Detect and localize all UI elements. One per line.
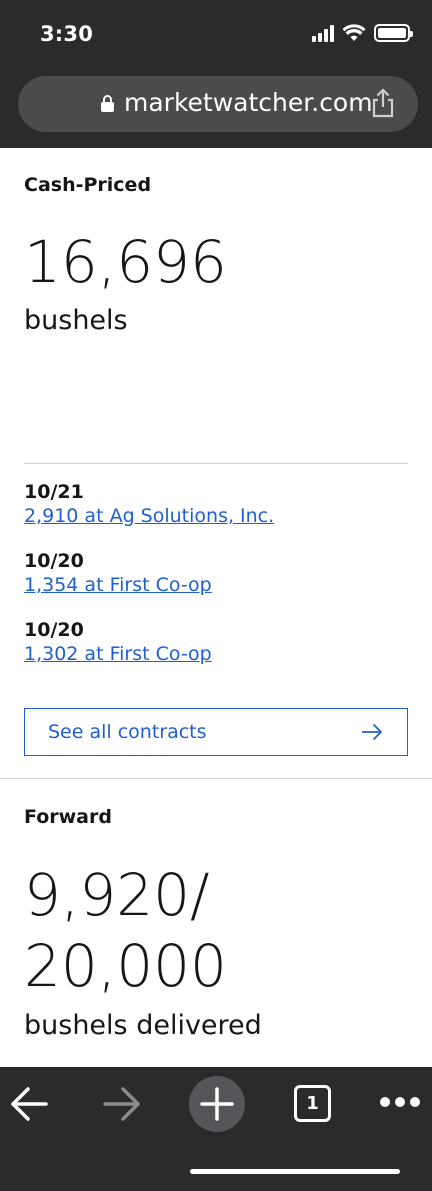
lock-icon: [101, 95, 114, 112]
battery-icon: [374, 24, 413, 42]
browser-top-chrome: 3:30 marketwatcher.com: [0, 0, 432, 148]
contract-link[interactable]: 1,354 at First Co-op: [24, 574, 212, 596]
forward-value-line2: 20,000: [24, 931, 227, 1000]
contract-item: 10/20 1,302 at First Co-op: [24, 619, 212, 665]
see-all-contracts-button[interactable]: See all contracts: [24, 708, 408, 756]
cash-priced-value: 16,696: [24, 228, 227, 296]
tab-count: 1: [306, 1093, 319, 1114]
contract-item: 10/20 1,354 at First Co-op: [24, 550, 212, 596]
share-icon[interactable]: [370, 88, 396, 118]
forward-arrow-icon[interactable]: [101, 1083, 143, 1125]
cellular-signal-icon: [312, 24, 334, 42]
status-icons: [312, 24, 413, 42]
contract-item: 10/21 2,910 at Ag Solutions, Inc.: [24, 481, 274, 527]
cash-priced-unit-block: bushels: [0, 305, 432, 336]
cash-priced-value-block: 16,696: [0, 227, 432, 298]
tabs-button[interactable]: 1: [294, 1085, 331, 1122]
forward-value-line1: 9,920/: [24, 861, 210, 929]
cash-priced-section: Cash-Priced: [0, 174, 432, 196]
contract-link[interactable]: 1,302 at First Co-op: [24, 643, 212, 665]
contract-date: 10/20: [24, 619, 84, 641]
url-bar[interactable]: marketwatcher.com: [18, 76, 418, 132]
wifi-icon: [342, 24, 366, 41]
more-options-icon[interactable]: [378, 1095, 422, 1109]
forward-unit: bushels delivered: [24, 1010, 262, 1041]
new-tab-plus-icon[interactable]: [188, 1075, 246, 1133]
see-all-contracts-label: See all contracts: [48, 721, 207, 743]
forward-section: Forward: [0, 806, 432, 828]
arrow-right-icon: [362, 723, 383, 741]
contract-date: 10/20: [24, 550, 84, 572]
status-time: 3:30: [40, 22, 94, 46]
forward-title: Forward: [24, 806, 112, 828]
url-text: marketwatcher.com: [124, 88, 373, 117]
browser-bottom-toolbar: 1: [0, 1067, 432, 1191]
cash-priced-unit: bushels: [24, 305, 128, 336]
contract-link[interactable]: 2,910 at Ag Solutions, Inc.: [24, 505, 274, 527]
back-arrow-icon[interactable]: [8, 1083, 50, 1125]
section-divider: [0, 778, 432, 779]
cash-priced-title: Cash-Priced: [24, 174, 152, 196]
section-divider: [24, 463, 408, 464]
contract-date: 10/21: [24, 481, 84, 503]
forward-value-block: 9,920/ 20,000: [0, 860, 432, 1002]
home-indicator: [190, 1169, 400, 1174]
forward-unit-block: bushels delivered: [0, 1010, 432, 1041]
